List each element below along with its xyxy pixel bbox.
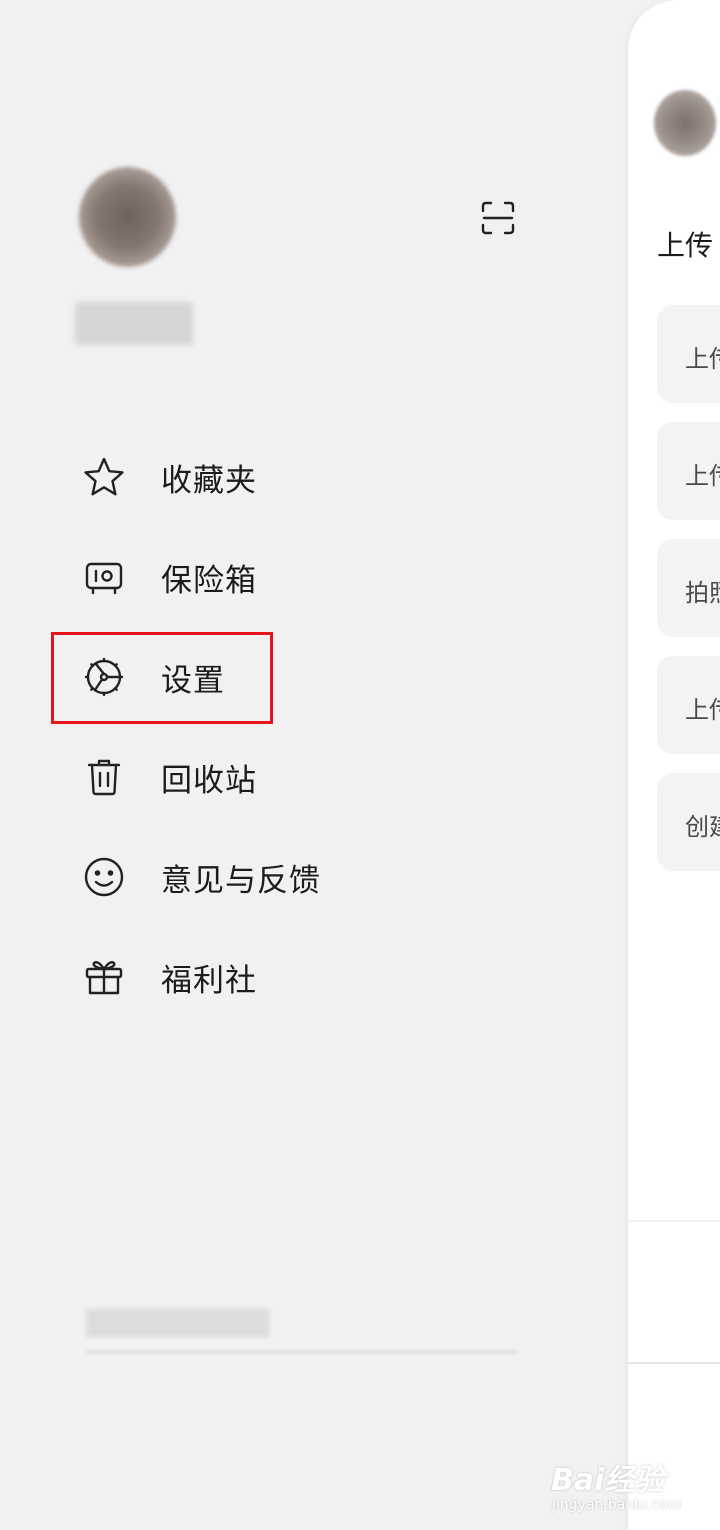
upload-option-card[interactable]: 上传 xyxy=(657,422,720,520)
upload-section-title: 上传 xyxy=(657,229,714,262)
scan-button[interactable] xyxy=(476,198,520,238)
storage-info-blurred xyxy=(86,1309,269,1337)
upload-option-label: 上传 xyxy=(685,696,720,724)
smile-icon xyxy=(78,851,130,903)
main-bottom-bar xyxy=(628,1220,720,1364)
menu-label-feedback: 意见与反馈 xyxy=(161,862,321,899)
upload-option-card[interactable]: 拍照 xyxy=(657,539,720,637)
avatar[interactable] xyxy=(79,167,176,267)
settings-highlight-box xyxy=(51,632,273,724)
watermark-url: jingyan.baidu.com xyxy=(552,1497,682,1513)
menu-label-favorites: 收藏夹 xyxy=(161,462,257,499)
menu-label-vault: 保险箱 xyxy=(161,562,257,599)
upload-option-label: 拍照 xyxy=(685,579,720,607)
upload-option-card[interactable]: 创建 xyxy=(657,773,720,871)
scan-icon xyxy=(481,201,515,235)
upload-option-label: 上传 xyxy=(685,462,720,490)
menu-label-welfare: 福利社 xyxy=(161,962,257,999)
menu-item-feedback[interactable]: 意见与反馈 xyxy=(78,847,498,907)
side-drawer: 收藏夹 保险箱 设置 回收站 意见与反馈 福利社 xyxy=(0,0,628,1530)
safe-icon xyxy=(78,551,130,603)
menu-item-vault[interactable]: 保险箱 xyxy=(78,547,498,607)
main-avatar[interactable] xyxy=(654,90,716,156)
menu-item-favorites[interactable]: 收藏夹 xyxy=(78,447,498,507)
menu-item-welfare[interactable]: 福利社 xyxy=(78,947,498,1007)
upload-option-card[interactable]: 上传 xyxy=(657,305,720,403)
upload-option-label: 创建 xyxy=(685,813,720,841)
upload-option-card[interactable]: 上传 xyxy=(657,656,720,754)
star-icon xyxy=(78,451,130,503)
menu-item-recycle[interactable]: 回收站 xyxy=(78,747,498,807)
menu-label-recycle: 回收站 xyxy=(161,762,257,799)
storage-bar-blurred xyxy=(86,1350,518,1354)
username-blurred xyxy=(75,302,193,345)
trash-icon xyxy=(78,751,130,803)
upload-option-label: 上传 xyxy=(685,345,720,373)
watermark-logo: Bai经验 xyxy=(551,1463,665,1498)
gift-icon xyxy=(78,951,130,1003)
